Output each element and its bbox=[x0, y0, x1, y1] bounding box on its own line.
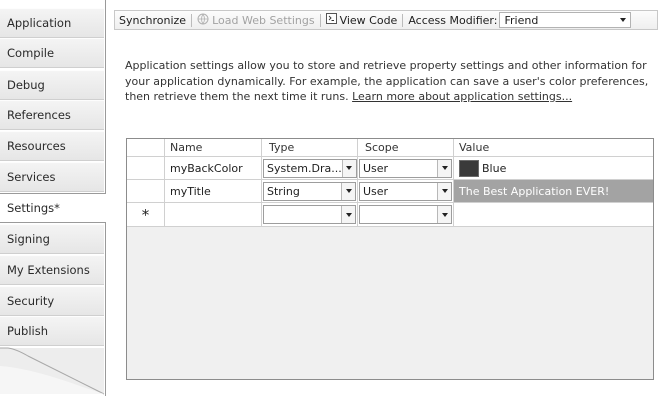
type-value: String bbox=[267, 184, 300, 198]
row-selector[interactable] bbox=[127, 157, 165, 180]
table-row: myTitle String User The Best Application… bbox=[127, 180, 653, 203]
tab-publish[interactable]: Publish bbox=[0, 316, 104, 346]
access-modifier-label: Access Modifier: bbox=[408, 13, 498, 27]
row-selector[interactable] bbox=[127, 180, 165, 203]
toolbar-separator bbox=[191, 13, 193, 27]
synchronize-button[interactable]: Synchronize bbox=[115, 11, 190, 29]
settings-grid: Name Type Scope Value myBackColor System… bbox=[126, 138, 654, 380]
setting-name-cell[interactable]: myBackColor bbox=[165, 157, 262, 180]
tab-signing[interactable]: Signing bbox=[0, 224, 104, 254]
view-code-label: View Code bbox=[339, 13, 398, 27]
table-row: myBackColor System.Dra... User Blue bbox=[127, 157, 653, 180]
tab-references[interactable]: References bbox=[0, 100, 104, 130]
type-dropdown[interactable] bbox=[263, 205, 356, 224]
color-swatch bbox=[459, 159, 479, 177]
settings-page: Synchronize Load Web Settings View Code … bbox=[105, 0, 660, 396]
chevron-down-icon bbox=[341, 206, 355, 223]
view-code-button[interactable]: View Code bbox=[322, 11, 402, 29]
column-header-name[interactable]: Name bbox=[165, 139, 262, 157]
chevron-down-icon bbox=[437, 206, 451, 223]
setting-type-cell: String bbox=[262, 180, 358, 203]
new-row-marker: * bbox=[141, 205, 150, 224]
row-selector[interactable]: * bbox=[127, 203, 165, 227]
scope-value: User bbox=[363, 184, 389, 198]
learn-more-link[interactable]: Learn more about application settings... bbox=[352, 90, 572, 103]
settings-toolbar: Synchronize Load Web Settings View Code … bbox=[114, 10, 658, 30]
tab-compile[interactable]: Compile bbox=[0, 38, 104, 68]
setting-name-cell[interactable]: myTitle bbox=[165, 180, 262, 203]
type-dropdown[interactable]: String bbox=[263, 181, 356, 201]
tab-settings[interactable]: Settings* bbox=[0, 193, 106, 223]
access-modifier-dropdown[interactable]: Friend bbox=[499, 12, 632, 28]
load-web-settings-label: Load Web Settings bbox=[212, 13, 315, 27]
scope-dropdown[interactable]: User bbox=[359, 158, 452, 178]
column-header-type[interactable]: Type bbox=[262, 139, 358, 157]
tab-application[interactable]: Application bbox=[0, 8, 104, 38]
chevron-down-icon bbox=[437, 182, 451, 200]
chevron-down-icon bbox=[620, 18, 627, 22]
toolbar-separator bbox=[402, 13, 404, 27]
chevron-down-icon bbox=[341, 182, 355, 200]
scope-dropdown[interactable] bbox=[359, 205, 452, 224]
type-value: System.Dra... bbox=[267, 161, 342, 175]
new-name-cell[interactable] bbox=[165, 203, 262, 227]
grid-header-row: Name Type Scope Value bbox=[127, 139, 653, 157]
setting-type-cell: System.Dra... bbox=[262, 157, 358, 180]
setting-value: Blue bbox=[482, 161, 507, 175]
new-row: * bbox=[127, 203, 653, 227]
setting-scope-cell: User bbox=[358, 180, 454, 203]
synchronize-label: Synchronize bbox=[119, 13, 187, 27]
row-selector-header bbox=[127, 139, 165, 157]
code-file-icon bbox=[325, 13, 337, 27]
settings-description: Application settings allow you to store … bbox=[125, 58, 655, 105]
access-modifier-value: Friend bbox=[504, 13, 539, 27]
property-tabs: Application Compile Debug References Res… bbox=[0, 0, 106, 396]
column-header-scope[interactable]: Scope bbox=[358, 139, 454, 157]
scope-dropdown[interactable]: User bbox=[359, 181, 452, 201]
setting-value-cell[interactable]: Blue bbox=[454, 157, 653, 180]
new-type-cell bbox=[262, 203, 358, 227]
access-modifier-group: Access Modifier: Friend bbox=[404, 11, 635, 29]
new-scope-cell bbox=[358, 203, 454, 227]
tab-resources[interactable]: Resources bbox=[0, 131, 104, 161]
globe-icon bbox=[197, 13, 209, 28]
chevron-down-icon bbox=[437, 159, 451, 177]
chevron-down-icon bbox=[341, 159, 356, 177]
toolbar-separator bbox=[319, 13, 321, 27]
tab-my-extensions[interactable]: My Extensions bbox=[0, 255, 104, 285]
setting-value-cell[interactable]: The Best Application EVER! bbox=[454, 180, 653, 203]
type-dropdown[interactable]: System.Dra... bbox=[263, 158, 357, 178]
tab-services[interactable]: Services bbox=[0, 162, 104, 192]
column-header-value[interactable]: Value bbox=[454, 139, 653, 157]
scope-value: User bbox=[363, 161, 389, 175]
load-web-settings-button[interactable]: Load Web Settings bbox=[193, 11, 318, 29]
tab-security[interactable]: Security bbox=[0, 286, 104, 316]
tab-debug[interactable]: Debug bbox=[0, 70, 104, 100]
tab-strip-corner bbox=[0, 347, 105, 395]
setting-scope-cell: User bbox=[358, 157, 454, 180]
new-value-cell[interactable] bbox=[454, 203, 653, 227]
